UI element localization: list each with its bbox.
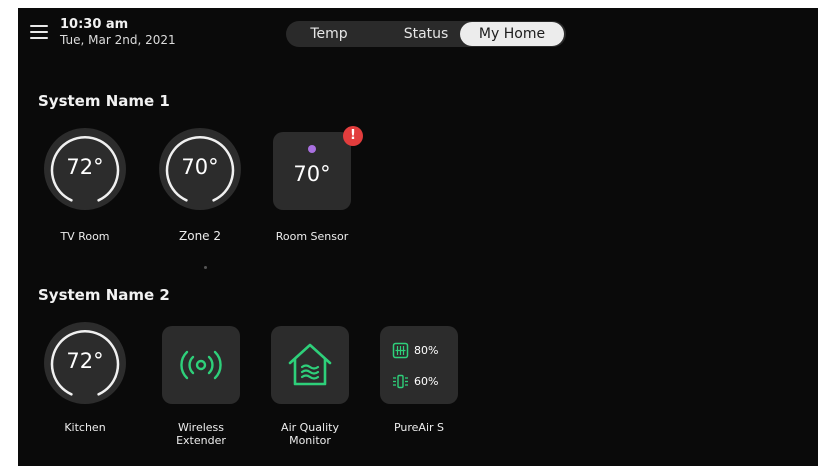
thermostat-zone-2[interactable]: 70° (159, 128, 241, 210)
air-quality-monitor-tile[interactable] (271, 326, 349, 404)
system-1-title: System Name 1 (38, 92, 170, 110)
sensor-temperature: 70° (293, 162, 331, 186)
tab-temp[interactable]: Temp (292, 21, 366, 47)
filter-level: 80% (414, 344, 439, 357)
label-line: Air Quality (281, 421, 339, 434)
wireless-extender-tile[interactable] (162, 326, 240, 404)
device-label-wireless-extender: Wireless Extender (154, 421, 248, 447)
pureair-s-tile[interactable]: 80% 60% (380, 326, 458, 404)
clock-date: Tue, Mar 2nd, 2021 (60, 33, 176, 47)
thermostat-temperature: 72° (66, 349, 104, 373)
device-label-pureair-s: PureAir S (393, 421, 445, 434)
uv-lamp-icon (393, 374, 408, 389)
device-label-room-sensor: Room Sensor (275, 230, 349, 243)
device-label-kitchen: Kitchen (64, 421, 106, 434)
device-label-air-quality-monitor: Air Quality Monitor (263, 421, 357, 447)
alert-badge-icon[interactable]: ! (343, 126, 363, 146)
sensor-status-dot (308, 145, 316, 153)
device-label-tv-room: TV Room (60, 230, 110, 243)
system-2-title: System Name 2 (38, 286, 170, 304)
air-quality-house-icon (271, 326, 349, 404)
clock-time: 10:30 am (60, 17, 129, 32)
uv-lamp-level: 60% (414, 375, 439, 388)
filter-icon (392, 342, 409, 359)
tab-status[interactable]: Status (390, 21, 462, 47)
wireless-signal-icon (162, 326, 240, 404)
label-line: Wireless (177, 421, 225, 434)
decorative-dot (204, 266, 207, 269)
thermostat-tv-room[interactable]: 72° (44, 128, 126, 210)
home-screen: 10:30 am Tue, Mar 2nd, 2021 Temp Status … (18, 8, 818, 466)
label-line: Monitor (289, 434, 331, 447)
thermostat-kitchen[interactable]: 72° (44, 322, 126, 404)
view-tab-bar: Temp Status My Home (286, 21, 566, 47)
room-sensor-tile[interactable]: 70° (273, 132, 351, 210)
thermostat-temperature: 70° (181, 155, 219, 179)
label-line: Extender (176, 434, 226, 447)
hamburger-menu-icon[interactable] (30, 25, 48, 39)
tab-my-home[interactable]: My Home (460, 22, 564, 46)
thermostat-temperature: 72° (66, 155, 104, 179)
device-label-zone-2: Zone 2 (179, 229, 221, 243)
